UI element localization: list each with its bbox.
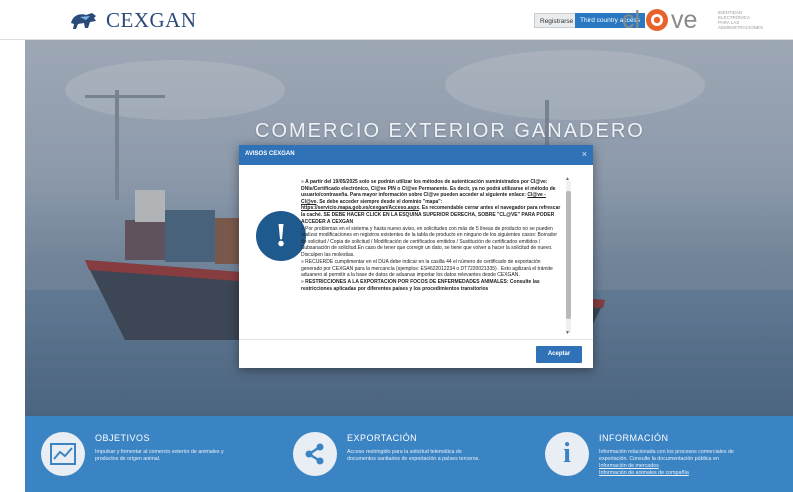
notices-modal: AVISOS CEXGAN × ! » A partir del 19/05/2… — [239, 145, 593, 368]
text-line: Información relacionada con los procesos… — [599, 449, 734, 455]
notice-text: RESTRICCIONES A LA EXPORTACION POR FOCOS… — [301, 279, 540, 292]
notice-item: » RECUERDE cumplimentar en el DUA debe i… — [301, 259, 553, 279]
svg-text:cl: cl — [622, 6, 640, 34]
scrollbar[interactable] — [566, 181, 571, 333]
notice-item: » RESTRICCIONES A LA EXPORTACION POR FOC… — [301, 279, 540, 292]
clave-logo: cl ve — [622, 6, 697, 34]
text-line: documentos sanitarios de exportación a p… — [347, 456, 480, 462]
export-text: Acceso restringido para la solicitud tel… — [347, 449, 480, 463]
modal-title: AVISOS CEXGAN — [245, 151, 295, 157]
clave-login-link[interactable]: cl ve IDENTIDAD ELECTRÓNICA PARA LAS ADM… — [622, 5, 764, 35]
text-line: productos de origen animal. — [95, 456, 161, 462]
scrollbar-thumb[interactable] — [566, 191, 571, 319]
notice-item: » Por problemas en el sistema y hasta nu… — [301, 225, 557, 259]
information-text: Información relacionada con los procesos… — [599, 449, 734, 477]
notice-text: RECUERDE cumplimentar en el DUA debe ind… — [301, 259, 553, 279]
scroll-down-icon[interactable]: ▼ — [565, 330, 570, 336]
modal-header: AVISOS CEXGAN × — [239, 145, 593, 165]
accept-button[interactable]: Aceptar — [536, 346, 582, 363]
notices-list[interactable]: » A partir del 19/05/2025 solo se podrán… — [301, 179, 563, 337]
export-title: EXPORTACIÓN — [347, 433, 418, 443]
notice-text: . Se debe acceder siempre desde el domin… — [316, 198, 443, 205]
objectives-section[interactable]: OBJETIVOS Impulsar y fomentar al comerci… — [35, 416, 285, 492]
logo-text: CEXGAN — [106, 8, 197, 32]
footer: OBJETIVOS Impulsar y fomentar al comerci… — [25, 416, 793, 492]
cexgan-access-link[interactable]: https://servicio.mapa.gob.es/cexgan/Acce… — [301, 205, 419, 211]
modal-body: ! » A partir del 19/05/2025 solo se podr… — [239, 165, 593, 340]
pets-info-link[interactable]: Información de animales de compañía — [599, 470, 734, 477]
text-line: exportación. Consulte la documentación p… — [599, 456, 719, 462]
register-button[interactable]: Registrarse — [534, 13, 580, 28]
hero-title: COMERCIO EXTERIOR GANADERO — [255, 120, 645, 142]
share-icon — [293, 432, 337, 476]
chart-trend-icon — [41, 432, 85, 476]
objectives-text: Impulsar y fomentar al comercio exterior… — [95, 449, 224, 463]
notice-text: Por problemas en el sistema y hasta nuev… — [301, 225, 557, 259]
cexgan-logo[interactable]: CEXGAN — [68, 8, 197, 33]
svg-text:ve: ve — [671, 6, 697, 34]
cattle-logo-icon — [71, 12, 96, 29]
objectives-title: OBJETIVOS — [95, 433, 151, 443]
exclamation-icon: ! — [256, 211, 306, 261]
notice-item: » A partir del 19/05/2025 solo se podrán… — [301, 179, 561, 225]
close-icon[interactable]: × — [582, 149, 587, 159]
export-section[interactable]: EXPORTACIÓN Acceso restringido para la s… — [287, 416, 537, 492]
text-line: Impulsar y fomentar al comercio exterior… — [95, 449, 224, 455]
top-bar: CEXGAN Registrarse Third country access … — [0, 0, 793, 40]
notice-text: A partir del 19/05/2025 solo se podrán u… — [301, 179, 556, 199]
clave-subtitle: IDENTIDAD ELECTRÓNICA PARA LAS ADMINISTR… — [718, 10, 764, 30]
information-section[interactable]: i INFORMACIÓN Información relacionada co… — [539, 416, 791, 492]
info-icon: i — [545, 432, 589, 476]
information-title: INFORMACIÓN — [599, 433, 669, 443]
markets-info-link[interactable]: Información de mercados — [599, 463, 734, 470]
text-line: Acceso restringido para la solicitud tel… — [347, 449, 462, 455]
